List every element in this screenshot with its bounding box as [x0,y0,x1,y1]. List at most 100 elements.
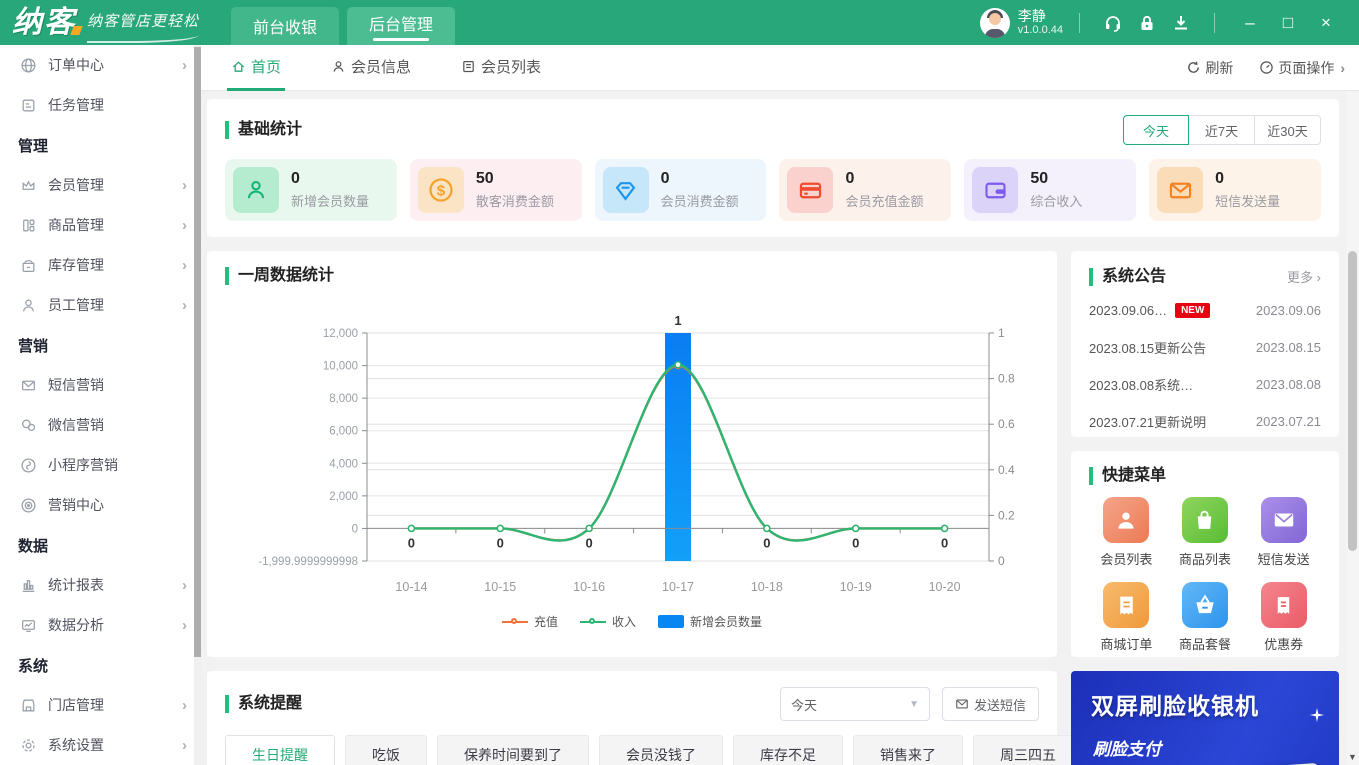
svg-text:10-16: 10-16 [573,580,605,594]
sidebar-item-label: 小程序营销 [48,457,118,473]
support-headset-icon[interactable] [1096,6,1130,40]
quick-product-list[interactable]: 商品列表 [1166,497,1245,568]
range-today-button[interactable]: 今天 [1123,115,1189,145]
nav-backend-label: 后台管理 [369,17,434,34]
legend-item[interactable]: 新增会员数量 [658,613,762,630]
quick-product-packages[interactable]: 商品套餐 [1166,582,1245,653]
main-scrollbar-thumb[interactable] [1348,251,1357,551]
basic-stats-card: 基础统计 今天 近7天 近30天 0 新增会员数量 $ 50 散客消费金额 0 … [207,99,1339,237]
svg-text:10-14: 10-14 [395,580,427,594]
caret-down-icon: ▼ [909,698,919,710]
legend-item[interactable]: 收入 [579,613,636,630]
announcement-row[interactable]: 2023.09.06… NEW 2023.09.06 [1089,292,1321,329]
sidebar-item-wechat-marketing[interactable]: 微信营销 [0,405,201,445]
sidebar-item-staff-management[interactable]: 员工管理 › [0,285,201,325]
sidebar-item-order-center[interactable]: 订单中心 › [0,45,201,85]
stat-tile-member-spend: 0 会员消费金额 [594,159,767,221]
ad-banner-title: 双屏刷脸收银机 [1091,693,1259,719]
announcement-text: 2023.08.15更新公告 [1089,341,1207,356]
nav-front-desk-label: 前台收银 [253,20,318,37]
maximize-button[interactable]: □ [1269,6,1307,40]
svg-text:0: 0 [998,554,1005,568]
main-scrollbar: ▼ [1346,91,1359,765]
svg-text:0: 0 [941,535,948,550]
quick-member-list[interactable]: 会员列表 [1087,497,1166,568]
globe-icon [20,56,38,74]
download-icon[interactable] [1164,6,1198,40]
announcement-row[interactable]: 2023.07.21更新说明 2023.07.21 [1089,403,1321,440]
stat-value: 0 [845,170,855,187]
page-operations-button[interactable]: 页面操作 › [1259,58,1345,78]
sidebar: 订单中心 › 任务管理 管理 会员管理 › 商品管理 › 库存管理 › 员工管理… [0,45,201,765]
sidebar-item-data-analysis[interactable]: 数据分析 › [0,605,201,645]
avatar[interactable] [979,7,1010,38]
reminder-tag-birthday[interactable]: 生日提醒 [225,735,335,765]
tab-bar: 首页 会员信息 会员列表 刷新 页面操作 › [201,45,1359,91]
sidebar-item-task-management[interactable]: 任务管理 [0,85,201,125]
sidebar-item-marketing-center[interactable]: 营销中心 [0,485,201,525]
sidebar-item-sms-marketing[interactable]: 短信营销 [0,365,201,405]
sidebar-item-statistics-report[interactable]: 统计报表 › [0,565,201,605]
sidebar-section-management: 管理 [18,137,49,155]
range-7days-button[interactable]: 近7天 [1189,115,1255,145]
close-button[interactable]: × [1307,6,1345,40]
reminder-tag-5[interactable]: 销售来了 [853,735,963,765]
range-30days-button[interactable]: 近30天 [1255,115,1321,145]
reminder-tag-6[interactable]: 周三四五 [973,735,1083,765]
reminder-tag-4[interactable]: 库存不足 [733,735,843,765]
home-icon [232,60,245,72]
nav-front-desk-button[interactable]: 前台收银 [231,7,340,45]
quick-coupons[interactable]: 优惠券 [1244,582,1323,653]
tab-member-info[interactable]: 会员信息 [327,45,415,91]
sidebar-section-data: 数据 [18,537,49,555]
sidebar-item-inventory-management[interactable]: 库存管理 › [0,245,201,285]
stat-tile-member-recharge: 0 会员充值金额 [779,159,952,221]
reminder-tag-2[interactable]: 保养时间要到了 [437,735,589,765]
app-logo: 纳客 纳客管店更轻松 [0,3,213,43]
quick-sms-send[interactable]: 短信发送 [1244,497,1323,568]
scrollbar-arrow-down[interactable]: ▼ [1346,750,1359,764]
envelope-icon [956,699,968,709]
stat-tile-total-income: 50 综合收入 [964,159,1137,221]
announcement-row[interactable]: 2023.08.15更新公告 2023.08.15 [1089,329,1321,366]
lock-icon[interactable] [1130,6,1164,40]
sidebar-item-system-settings[interactable]: 系统设置 › [0,725,201,765]
ad-banner[interactable]: 双屏刷脸收银机 刷脸支付 [1071,671,1339,765]
nav-backend-button[interactable]: 后台管理 [347,7,456,45]
sidebar-item-product-management[interactable]: 商品管理 › [0,205,201,245]
sidebar-item-member-management[interactable]: 会员管理 › [0,165,201,205]
envelope-icon [1157,167,1204,213]
refresh-icon [1188,61,1200,73]
chart-legend: 充值 收入 新增会员数量 [217,613,1047,630]
svg-text:0: 0 [852,535,859,550]
announcement-row[interactable]: 2023.08.08系统… 2023.08.08 [1089,366,1321,403]
minimize-button[interactable]: – [1231,6,1269,40]
quick-menu-title: 快捷菜单 [1089,467,1166,485]
stat-label: 会员消费金额 [660,194,739,209]
sidebar-item-label: 订单中心 [48,57,104,73]
chevron-right-icon: › [182,736,187,754]
logo-text: 纳客 [12,5,76,39]
reminder-tag-3[interactable]: 会员没钱了 [599,735,723,765]
reminder-tag-1[interactable]: 吃饭 [345,735,427,765]
announcement-text: 2023.08.08系统… [1089,378,1194,393]
refresh-button[interactable]: 刷新 [1186,58,1233,78]
stat-tile-sms-sent: 0 短信发送量 [1149,159,1321,221]
tab-member-list[interactable]: 会员列表 [457,45,545,91]
reminder-range-select[interactable]: 今天 ▼ [779,687,930,721]
target-icon [20,496,38,514]
svg-text:10-17: 10-17 [662,580,694,594]
tab-home[interactable]: 首页 [227,45,286,91]
sidebar-item-miniprogram-marketing[interactable]: 小程序营销 [0,445,201,485]
inventory-icon [20,256,38,274]
sidebar-item-store-management[interactable]: 门店管理 › [0,685,201,725]
sidebar-item-label: 系统设置 [48,737,104,753]
announcements-more-link[interactable]: 更多 › [1287,267,1321,286]
stat-label: 新增会员数量 [291,194,370,209]
legend-item[interactable]: 充值 [501,613,558,630]
sidebar-scrollbar-thumb[interactable] [194,47,201,657]
crown-icon [20,176,38,194]
send-sms-button[interactable]: 发送短信 [941,687,1039,721]
person-icon [333,60,344,72]
quick-mall-orders[interactable]: 商城订单 [1087,582,1166,653]
